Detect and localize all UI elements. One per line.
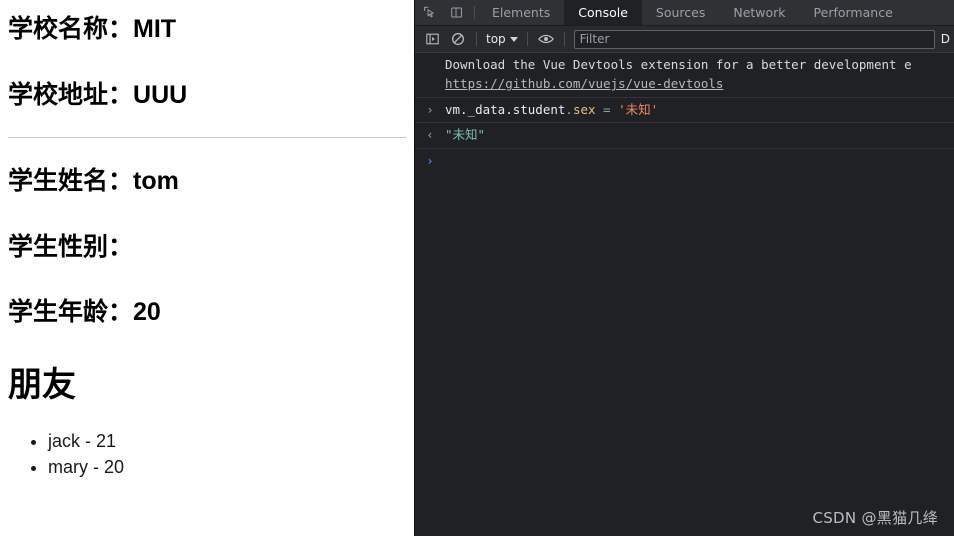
console-expr-property: sex — [572, 101, 596, 117]
console-result-value: "未知" — [445, 127, 486, 143]
toolbar-divider — [474, 6, 475, 19]
input-arrow-icon: › — [426, 102, 434, 117]
inspect-element-icon[interactable] — [415, 0, 443, 25]
console-prompt-row[interactable]: › — [415, 149, 954, 174]
list-item: mary - 20 — [48, 454, 406, 480]
device-toolbar-icon[interactable] — [443, 0, 471, 25]
message-gutter — [415, 55, 445, 56]
friends-heading: 朋友 — [8, 365, 76, 404]
student-age-value: 20 — [133, 298, 161, 326]
tab-sources[interactable]: Sources — [642, 0, 719, 25]
student-name-value: tom — [133, 167, 179, 195]
student-age-field: 学生年龄：20 — [8, 298, 406, 327]
toolbar-divider — [563, 32, 565, 46]
school-name-field: 学校名称：MIT — [8, 15, 406, 44]
watermark: CSDN @黑猫几绛 — [812, 509, 938, 527]
student-name-field: 学生姓名：tom — [8, 167, 406, 196]
vue-devtools-message: Download the Vue Devtools extension for … — [445, 57, 912, 72]
console-message-vue-devtools: Download the Vue Devtools extension for … — [415, 53, 954, 98]
student-age-label: 学生年龄： — [8, 298, 134, 326]
list-item: jack - 21 — [48, 428, 406, 454]
vue-devtools-link[interactable]: https://github.com/vuejs/vue-devtools — [445, 74, 954, 93]
execution-context-dropdown[interactable]: top — [482, 32, 522, 46]
console-output-line: ‹ "未知" — [415, 123, 954, 149]
tab-network[interactable]: Network — [719, 0, 799, 25]
friends-list: jack - 21 mary - 20 — [8, 428, 406, 480]
console-expr-assign: = — [595, 101, 619, 117]
school-address-label: 学校地址： — [8, 80, 134, 109]
school-address-field: 学校地址：UUU — [8, 80, 406, 110]
console-input-line: › vm._data.student.sex = '未知' — [415, 98, 954, 124]
filter-placeholder: Filter — [579, 32, 610, 46]
execution-context-label: top — [486, 32, 506, 46]
console-output[interactable]: Download the Vue Devtools extension for … — [415, 53, 954, 536]
console-expr-value: '未知' — [618, 101, 659, 117]
console-toolbar: top Filter D — [415, 26, 954, 53]
devtools-tabbar: Elements Console Sources Network Perform… — [415, 0, 954, 26]
output-arrow-icon: ‹ — [426, 128, 434, 143]
tab-elements[interactable]: Elements — [478, 0, 564, 25]
tab-console[interactable]: Console — [564, 0, 642, 25]
tab-performance[interactable]: Performance — [800, 0, 907, 25]
chevron-down-icon — [509, 36, 518, 42]
toolbar-divider — [526, 32, 528, 46]
rendered-web-page: 学校名称：MIT 学校地址：UUU 学生姓名：tom 学生性别： 学生年龄：20… — [0, 0, 414, 536]
toolbar-divider — [476, 32, 477, 46]
devtools-panel: Elements Console Sources Network Perform… — [414, 0, 954, 536]
console-expr-dot: . — [565, 101, 573, 117]
console-sidebar-icon[interactable] — [419, 28, 445, 50]
filter-input[interactable]: Filter — [573, 29, 935, 49]
student-sex-field: 学生性别： — [8, 232, 406, 262]
school-name-label: 学校名称： — [8, 15, 134, 43]
student-sex-label: 学生性别： — [8, 232, 134, 261]
live-expression-icon[interactable] — [533, 28, 559, 50]
log-levels-dropdown[interactable]: D — [939, 32, 950, 46]
section-divider — [8, 137, 406, 138]
school-address-value: UUU — [133, 80, 188, 109]
school-name-value: MIT — [133, 15, 177, 43]
console-expr-object: vm._data.student — [445, 101, 566, 117]
student-name-label: 学生姓名： — [8, 167, 134, 195]
prompt-arrow-icon: › — [426, 153, 434, 168]
clear-console-icon[interactable] — [445, 28, 471, 50]
